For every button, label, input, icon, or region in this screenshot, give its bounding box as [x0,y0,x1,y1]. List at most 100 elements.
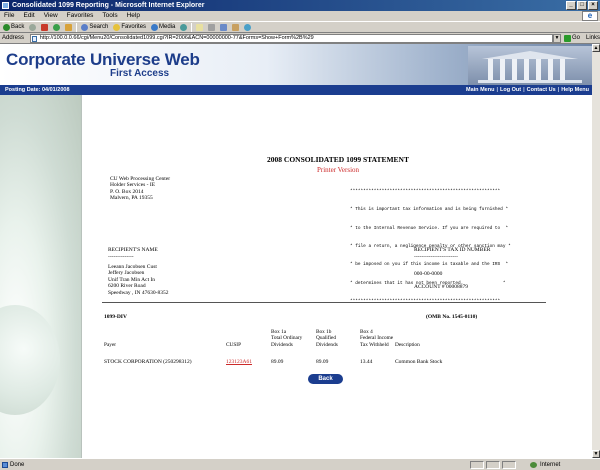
home-icon [65,23,73,31]
menu-tools[interactable]: Tools [102,11,117,21]
media-icon [151,23,159,31]
col-description-header: Description [395,342,420,348]
row-description: Common Bank Stock [395,359,443,365]
minimize-button[interactable]: _ [566,1,576,10]
maximize-button[interactable]: □ [577,1,587,10]
messenger-icon [244,23,252,31]
row-cusip-link[interactable]: 123123A61 [226,359,252,365]
statement-title: 2008 CONSOLIDATED 1099 STATEMENT [267,155,409,164]
page-icon [31,35,37,42]
status-panel [470,461,484,469]
site-banner: Corporate Universe Web First Access [0,44,592,85]
toolbar-separator [76,22,78,32]
back-button[interactable]: Back [308,374,343,384]
tax-id-heading: RECIPIENT'S TAX ID NUMBER [414,247,491,253]
forward-toolbar-button[interactable] [28,22,37,32]
mail-button[interactable] [195,22,204,32]
refresh-icon [53,23,61,31]
col-box1a-header: Box 1a Total Ordinary Dividends [271,329,303,348]
links-toolbar[interactable]: Links [586,35,600,41]
back-toolbar-button[interactable]: Back [2,22,25,32]
nav-help-menu-link[interactable]: Help Menu [561,85,589,95]
site-title: Corporate Universe Web [6,50,200,69]
nav-main-menu-link[interactable]: Main Menu [466,85,494,95]
form-code: 1099-DIV [104,314,127,320]
history-icon [180,23,188,31]
address-bar: Address http://100.0.0.66/cgi/Menu20/Con… [0,33,600,44]
row-box1a: 89.09 [271,359,284,365]
window-controls: _ □ × [566,1,598,10]
media-button[interactable]: Media [150,22,176,32]
browser-toolbar: Back Search Favorites Media [0,21,600,33]
menu-edit[interactable]: Edit [23,11,34,21]
status-panel [502,461,516,469]
status-bar: Done Internet [0,458,600,470]
messenger-button[interactable] [243,22,252,32]
vertical-scrollbar[interactable]: ▲ ▼ [592,44,600,458]
security-zone: Internet [540,462,561,468]
col-cusip-header: CUSIP [226,342,242,348]
windows-logo-icon: e [582,11,598,21]
refresh-button[interactable] [52,22,61,32]
status-panel [486,461,500,469]
print-button[interactable] [207,22,216,32]
print-icon [208,23,216,31]
col-payer-header: Payer [104,342,117,348]
page-done-icon [2,462,8,468]
nav-contact-us-link[interactable]: Contact Us [527,85,556,95]
toolbar-separator [191,22,193,32]
row-payer: STOCK CORPORATION (250298312) [104,359,192,365]
payer-address: CU Web Processing Center Holder Services… [110,176,171,202]
edit-page-icon [220,23,228,31]
window-title: Consolidated 1099 Reporting - Microsoft … [12,2,205,9]
window-title-bar: Consolidated 1099 Reporting - Microsoft … [0,0,600,11]
forward-arrow-icon [29,23,37,31]
account-number: ACCOUNT # 00008879 [414,284,468,290]
history-button[interactable] [179,22,188,32]
statement-content: 2008 CONSOLIDATED 1099 STATEMENT Printer… [88,95,588,458]
menu-help[interactable]: Help [127,11,140,21]
menu-file[interactable]: File [4,11,14,21]
favorites-star-icon [113,23,121,31]
mail-icon [196,23,204,31]
internet-zone-icon [530,462,537,468]
go-arrow-icon [563,34,571,42]
status-text: Done [10,462,25,468]
col-box1b-header: Box 1b Qualified Dividends [316,329,338,348]
back-arrow-icon [3,23,10,31]
row-box4: 13.44 [360,359,373,365]
close-button[interactable]: × [588,1,598,10]
menu-bar: File Edit View Favorites Tools Help e [0,11,600,21]
search-button[interactable]: Search [80,22,109,32]
tax-id-underline: ------------------------ [414,254,458,260]
address-label: Address [2,35,25,41]
discuss-icon [232,23,240,31]
posting-date: Posting Date: 04/01/2008 [5,87,70,93]
stop-icon [41,23,49,31]
row-box1b: 89.09 [316,359,329,365]
section-divider [102,302,546,303]
building-image [468,46,592,85]
url-input[interactable]: http://100.0.0.66/cgi/Menu20/Consolidate… [29,33,554,43]
home-button[interactable] [64,22,73,32]
col-box4-header: Box 4 Federal Income Tax Withheld [360,329,394,348]
site-subtitle: First Access [110,68,170,79]
recipient-underline: -------------- [108,254,134,260]
nav-links: Main Menu | Log Out | Contact Us | Help … [466,85,589,95]
menu-view[interactable]: View [44,11,58,21]
scroll-up-button[interactable]: ▲ [592,44,600,52]
menu-favorites[interactable]: Favorites [67,11,94,21]
edit-button[interactable] [219,22,228,32]
discuss-button[interactable] [231,22,240,32]
nav-log-out-link[interactable]: Log Out [500,85,521,95]
stop-button[interactable] [40,22,49,32]
search-icon [81,23,89,31]
printer-version-link[interactable]: Printer Version [88,166,588,174]
url-dropdown-button[interactable]: ▼ [553,33,561,43]
favorites-button[interactable]: Favorites [112,22,147,32]
go-button[interactable]: Go [563,34,580,42]
tax-id-value: 000-00-0000 [414,271,443,277]
site-nav-bar: Posting Date: 04/01/2008 Main Menu | Log… [0,85,592,95]
recipient-address: Leeann Jacobsen Cust Jeffery Jacobsen Un… [108,264,169,296]
scroll-down-button[interactable]: ▼ [592,450,600,458]
